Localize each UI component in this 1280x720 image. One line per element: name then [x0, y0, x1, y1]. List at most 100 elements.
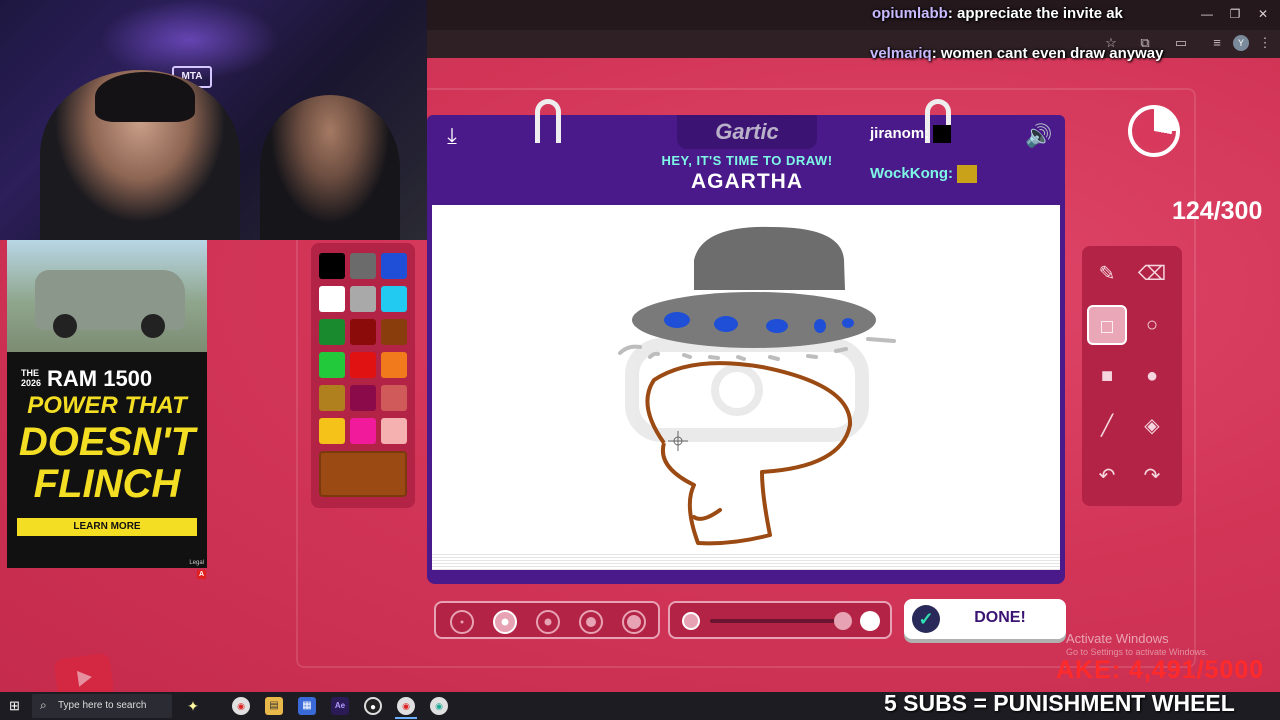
draw-prompt-heading: HEY, IT'S TIME TO DRAW! [661, 153, 833, 168]
color-palette [311, 243, 415, 508]
player-1: jiranom: [870, 125, 952, 144]
streamer-1-hair [95, 72, 195, 122]
color-swatch[interactable] [319, 385, 345, 411]
color-swatch[interactable] [319, 253, 345, 279]
emote-icon [957, 165, 978, 184]
color-swatch[interactable] [381, 286, 407, 312]
check-icon: ✓ [912, 605, 940, 633]
color-swatch[interactable] [350, 418, 376, 444]
ad-headline-2: DOESN'T [18, 420, 196, 464]
color-swatch[interactable] [381, 385, 407, 411]
drawing-canvas[interactable] [432, 205, 1060, 570]
ring-hook-left [535, 99, 561, 143]
restore-icon[interactable]: ❐ [1225, 6, 1245, 22]
profile-avatar[interactable]: Y [1233, 35, 1249, 51]
brush-size-1[interactable] [450, 610, 474, 634]
color-swatch[interactable] [381, 319, 407, 345]
censored-box [933, 125, 952, 144]
rectangle-outline-tool-icon[interactable]: □ [1087, 305, 1127, 345]
color-swatch[interactable] [350, 385, 376, 411]
overlay-chat-message: velmariq: women cant even draw anyway [870, 45, 1164, 62]
color-swatch[interactable] [381, 352, 407, 378]
color-swatch[interactable] [350, 352, 376, 378]
chrome-icon[interactable]: ◉ [397, 697, 415, 715]
download-icon[interactable]: ⤓ [437, 121, 467, 151]
undo-icon[interactable]: ↶ [1087, 456, 1127, 496]
canvas-page-edge [432, 552, 1060, 570]
opacity-slider[interactable] [668, 601, 892, 639]
ellipse-filled-tool-icon[interactable]: ● [1132, 356, 1172, 396]
after-effects-icon[interactable]: Ae [331, 697, 349, 715]
figure-detail [692, 508, 722, 521]
copilot-icon[interactable]: ✦ [184, 697, 202, 715]
progress-counter: 124/300 [1172, 197, 1263, 225]
ufo-light [766, 319, 788, 333]
opacity-max-icon [860, 611, 880, 631]
store-icon[interactable]: ▦ [298, 697, 316, 715]
file-explorer-icon[interactable]: ▤ [265, 697, 283, 715]
color-swatch[interactable] [319, 352, 345, 378]
windows-start-icon[interactable]: ⊞ [9, 699, 23, 713]
opacity-min-icon [682, 612, 700, 630]
color-swatch[interactable] [350, 319, 376, 345]
ad-year: THE 2026 [21, 368, 42, 388]
line-tool-icon[interactable]: ╱ [1087, 406, 1127, 446]
media-icon[interactable]: ≡ [1209, 35, 1225, 51]
ad-photo [7, 240, 207, 352]
minimize-icon[interactable]: — [1197, 6, 1217, 22]
streamer-2 [260, 95, 400, 240]
color-swatch[interactable] [350, 286, 376, 312]
player-2-name: WockKong: [870, 165, 954, 182]
brush-size-selector [434, 601, 660, 639]
rectangle-filled-tool-icon[interactable]: ■ [1087, 356, 1127, 396]
activate-windows-title: Activate Windows [1066, 631, 1169, 646]
ad-learn-more-button[interactable]: LEARN MORE [17, 518, 197, 536]
brush-size-5[interactable] [622, 610, 646, 634]
close-icon[interactable]: ✕ [1253, 6, 1273, 22]
menu-icon[interactable]: ⋮ [1257, 35, 1273, 51]
drawing [618, 226, 896, 546]
ad-headline-3: FLINCH [33, 462, 181, 506]
ufo-light [714, 316, 738, 332]
game-header: Gartic HEY, IT'S TIME TO DRAW! AGARTHA ⤓… [427, 99, 1065, 200]
chrome-icon[interactable]: ◉ [232, 697, 250, 715]
pencil-tool-icon[interactable]: ✎ [1087, 254, 1127, 294]
webcam-feed: MTA [0, 0, 427, 240]
ufo-light [664, 312, 690, 328]
color-swatch[interactable] [381, 253, 407, 279]
opacity-track[interactable] [710, 619, 844, 623]
ufo-light [842, 318, 854, 328]
sound-icon[interactable]: 🔊 [1021, 121, 1057, 151]
punishment-wheel-banner: 5 SUBS = PUNISHMENT WHEEL [884, 690, 1235, 716]
ad-legal[interactable]: Legal [189, 560, 204, 566]
chat-text: appreciate the invite ak [957, 5, 1123, 22]
obs-icon[interactable]: ● [364, 697, 382, 715]
player-2: WockKong: [870, 165, 978, 184]
opacity-knob[interactable] [834, 612, 852, 630]
done-label: DONE! [974, 609, 1026, 626]
brush-size-2[interactable] [493, 610, 517, 634]
color-swatch[interactable] [319, 418, 345, 444]
eraser-tool-icon[interactable]: ⌫ [1132, 254, 1172, 294]
ufo-dome [694, 226, 845, 290]
overlay-chat-message: opiumlabb: appreciate the invite ak [872, 5, 1123, 22]
taskbar-search[interactable]: ⌕ Type here to search [32, 694, 172, 718]
redo-icon[interactable]: ↷ [1132, 456, 1172, 496]
search-icon: ⌕ [40, 698, 47, 712]
color-swatch[interactable] [381, 418, 407, 444]
truck-ad[interactable]: THE 2026 RAM 1500 POWER THAT DOESN'T FLI… [7, 240, 207, 568]
ad-model: RAM 1500 [47, 366, 153, 391]
brush-size-3[interactable] [536, 610, 560, 634]
brush-size-4[interactable] [579, 610, 603, 634]
ad-choices-badge[interactable]: A [197, 570, 206, 579]
ellipse-outline-tool-icon[interactable]: ○ [1132, 305, 1172, 345]
color-swatch[interactable] [319, 286, 345, 312]
figure-outline [645, 361, 853, 546]
chat-text: women cant even draw anyway [940, 45, 1164, 62]
chrome-profile-icon[interactable]: ◉ [430, 697, 448, 715]
color-swatch[interactable] [350, 253, 376, 279]
done-button[interactable]: ✓ DONE! [904, 599, 1066, 639]
color-swatch[interactable] [319, 319, 345, 345]
sidebar-icon[interactable]: ▭ [1173, 35, 1189, 51]
fill-bucket-tool-icon[interactable]: ◈ [1132, 406, 1172, 446]
